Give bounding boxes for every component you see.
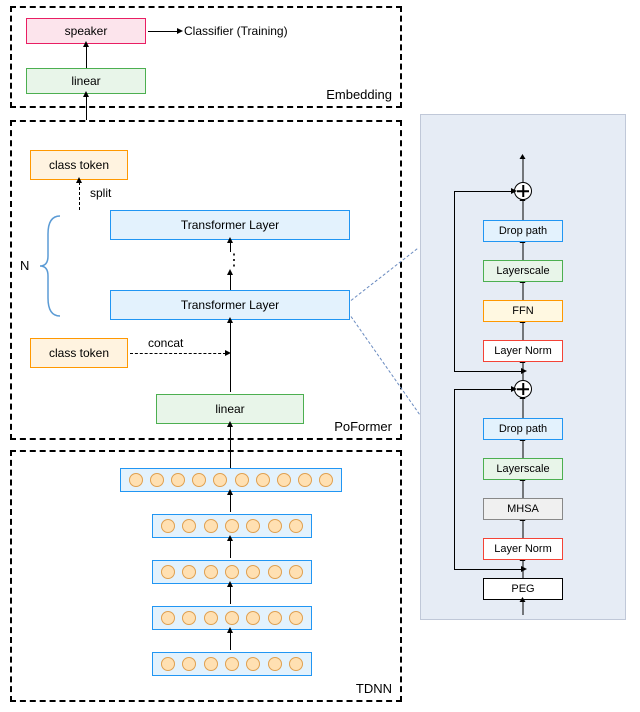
split-arrow [79,182,80,210]
layerscale-bottom: Layerscale [483,458,563,480]
arrow-t45 [230,494,231,512]
ma-mhsa [523,480,524,498]
droppath-bottom: Drop path [483,418,563,440]
skip2-top [454,191,512,192]
arrow-trans-up [230,274,231,290]
layerscale-top: Layerscale [483,260,563,282]
arrow-tdnn-linear [230,426,231,468]
ma-ln2 [523,322,524,340]
arrow-speaker-classifier [148,31,178,32]
arrow-t12 [230,632,231,650]
concat-label: concat [148,336,208,350]
skip1-bot [454,569,522,570]
arrow-t34 [230,540,231,558]
poformer-label: PoFormer [334,419,392,434]
arrow-linear-trans [230,322,231,392]
ma-dp1 [523,398,524,418]
layernorm-top: Layer Norm [483,340,563,362]
class-token-bottom: class token [30,338,128,368]
ffn-block: FFN [483,300,563,322]
skip1-top [454,389,512,390]
skip2-v [454,191,455,371]
arrow-poformer-embedding [86,96,87,120]
classifier-text: Classifier (Training) [184,22,334,40]
ma-out [523,158,524,182]
brace-svg [38,214,68,318]
droppath-top: Drop path [483,220,563,242]
mhsa-block: MHSA [483,498,563,520]
ma-ls1 [523,440,524,458]
class-token-top: class token [30,150,128,180]
skip1-v [454,389,455,569]
poformer-linear-block: linear [156,394,304,424]
arrow-linear-speaker [86,46,87,68]
layernorm-bottom: Layer Norm [483,538,563,560]
n-label: N [20,258,29,273]
ma-ln1 [523,520,524,538]
tdnn-label: TDNN [356,681,392,696]
arrow-trans-up2 [230,242,231,252]
embedding-label: Embedding [326,87,392,102]
ma-dp2 [523,200,524,220]
skip2-bot [454,371,522,372]
ma-ls2 [523,242,524,260]
split-label: split [90,186,130,200]
arrow-t23 [230,586,231,604]
ma-in [523,601,524,615]
ma-ffn [523,282,524,300]
concat-arrow [130,353,226,354]
transformer-layer-bottom: Transformer Layer [110,290,350,320]
layer-dots: ⋮ [226,250,242,270]
transformer-layer-top: Transformer Layer [110,210,350,240]
tdnn-row-1 [152,652,312,676]
